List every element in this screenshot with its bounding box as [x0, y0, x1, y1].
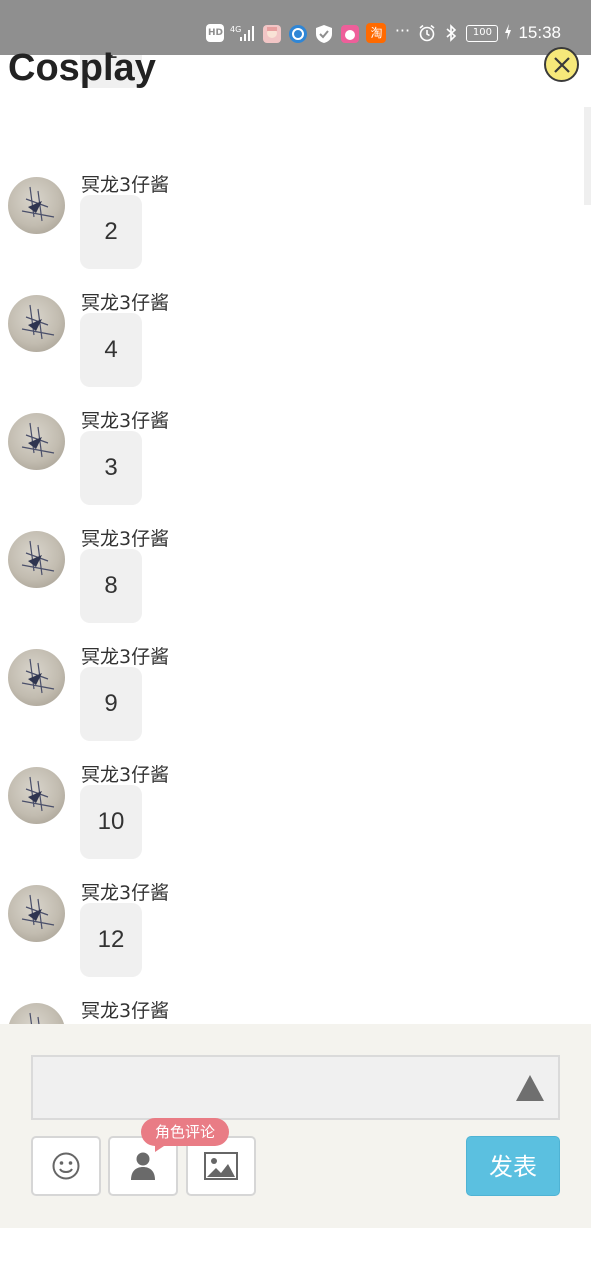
message-bubble: 9 — [80, 667, 142, 741]
person-icon — [131, 1152, 155, 1180]
hd-icon: HD — [206, 24, 225, 42]
alarm-icon — [418, 24, 436, 42]
avatar[interactable] — [8, 531, 65, 588]
expand-triangle-icon[interactable] — [515, 1074, 545, 1106]
message-item: 冥龙3仔酱 3 — [0, 409, 591, 527]
message-item: 冥龙3仔酱 2 — [0, 173, 591, 291]
bluetooth-icon — [442, 24, 460, 42]
comment-composer: 角色评论 发表 — [0, 1024, 591, 1228]
message-bubble: 2 — [80, 195, 142, 269]
shield-icon — [314, 24, 334, 43]
taobao-app-icon: 淘 — [366, 23, 387, 43]
avatar[interactable] — [8, 295, 65, 352]
clock: 15:38 — [518, 23, 561, 42]
submit-button[interactable]: 发表 — [466, 1136, 560, 1196]
message-username: 冥龙3仔酱 — [81, 764, 170, 786]
message-bubble: 12 — [80, 903, 142, 977]
page-title: Cosplay — [8, 47, 156, 89]
comment-input[interactable] — [31, 1055, 560, 1120]
message-item: 冥龙3仔酱 9 — [0, 645, 591, 763]
message-bubble: 10 — [80, 785, 142, 859]
message-item: 冥龙3仔酱 10 — [0, 763, 591, 881]
message-username: 冥龙3仔酱 — [81, 646, 170, 668]
message-username: 冥龙3仔酱 — [81, 174, 170, 196]
avatar[interactable] — [8, 1003, 65, 1024]
message-bubble: 4 — [80, 313, 142, 387]
message-username: 冥龙3仔酱 — [81, 882, 170, 904]
battery-icon: 100 — [466, 24, 499, 42]
message-item: 冥龙3仔酱 4 — [0, 291, 591, 409]
message-item: 冥龙3仔酱 — [0, 999, 591, 1024]
message-list[interactable]: 1 冥龙3仔酱 2 冥龙3仔酱 4 冥龙3仔酱 3 冥龙3仔酱 8 冥龙3仔酱 — [0, 55, 591, 1024]
message-bubble: 3 — [80, 431, 142, 505]
browser-app-icon — [288, 24, 308, 43]
close-button[interactable] — [544, 47, 579, 82]
avatar[interactable] — [8, 413, 65, 470]
avatar[interactable] — [8, 649, 65, 706]
avatar[interactable] — [8, 767, 65, 824]
message-bubble: 8 — [80, 549, 142, 623]
image-icon — [204, 1152, 238, 1180]
signal-icon: 4G — [230, 24, 256, 42]
emoji-button[interactable] — [31, 1136, 101, 1196]
close-icon — [554, 57, 570, 73]
network-type: 4G — [230, 25, 241, 34]
role-comment-tip: 角色评论 — [141, 1118, 230, 1152]
charging-icon — [504, 24, 512, 42]
pink-app-icon — [340, 24, 360, 43]
message-username: 冥龙3仔酱 — [81, 410, 170, 432]
message-username: 冥龙3仔酱 — [81, 292, 170, 314]
emoji-icon — [52, 1152, 80, 1180]
avatar[interactable] — [8, 177, 65, 234]
status-icons: HD 4G 淘 ··· 100 15:38 — [200, 22, 561, 44]
message-username: 冥龙3仔酱 — [81, 528, 170, 550]
message-item: 冥龙3仔酱 12 — [0, 881, 591, 999]
message-item: 冥龙3仔酱 8 — [0, 527, 591, 645]
anime-app-icon — [262, 24, 282, 43]
message-username: 冥龙3仔酱 — [81, 1000, 170, 1022]
more-notifications-icon: ··· — [394, 21, 411, 40]
avatar[interactable] — [8, 885, 65, 942]
